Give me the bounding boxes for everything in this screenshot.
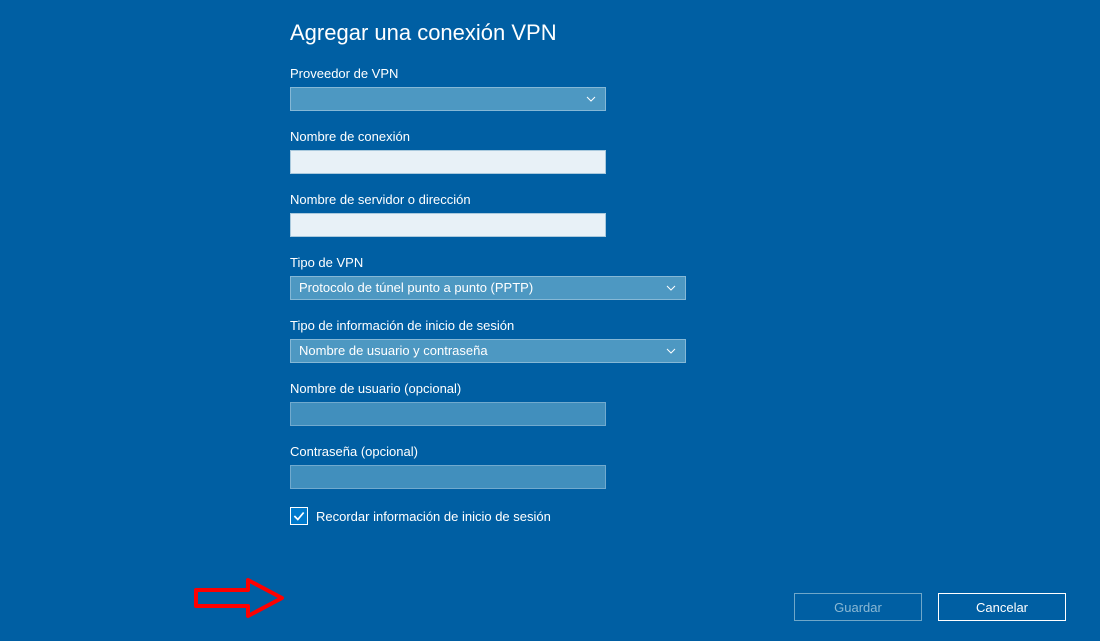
vpn-type-select[interactable]: Protocolo de túnel punto a punto (PPTP): [290, 276, 686, 300]
label-vpn-type: Tipo de VPN: [290, 255, 1010, 270]
field-password: Contraseña (opcional): [290, 444, 1010, 489]
label-signin-type: Tipo de información de inicio de sesión: [290, 318, 1010, 333]
server-address-input[interactable]: [290, 213, 606, 237]
field-server: Nombre de servidor o dirección: [290, 192, 1010, 237]
chevron-down-icon: [663, 280, 679, 296]
vpn-type-value: Protocolo de túnel punto a punto (PPTP): [299, 277, 533, 299]
remember-label: Recordar información de inicio de sesión: [316, 509, 551, 524]
button-bar: Guardar Cancelar: [794, 593, 1066, 621]
label-connection-name: Nombre de conexión: [290, 129, 1010, 144]
vpn-form: Agregar una conexión VPN Proveedor de VP…: [290, 20, 1010, 525]
remember-checkbox[interactable]: [290, 507, 308, 525]
field-username: Nombre de usuario (opcional): [290, 381, 1010, 426]
password-input[interactable]: [290, 465, 606, 489]
vpn-provider-select[interactable]: [290, 87, 606, 111]
signin-type-select[interactable]: Nombre de usuario y contraseña: [290, 339, 686, 363]
signin-type-value: Nombre de usuario y contraseña: [299, 340, 488, 362]
chevron-down-icon: [663, 343, 679, 359]
field-provider: Proveedor de VPN: [290, 66, 1010, 111]
chevron-down-icon: [583, 91, 599, 107]
label-provider: Proveedor de VPN: [290, 66, 1010, 81]
remember-row: Recordar información de inicio de sesión: [290, 507, 1010, 525]
save-button[interactable]: Guardar: [794, 593, 922, 621]
label-server: Nombre de servidor o dirección: [290, 192, 1010, 207]
username-input[interactable]: [290, 402, 606, 426]
field-vpn-type: Tipo de VPN Protocolo de túnel punto a p…: [290, 255, 1010, 300]
page-title: Agregar una conexión VPN: [290, 20, 1010, 46]
annotation-arrow-icon: [192, 576, 288, 623]
connection-name-input[interactable]: [290, 150, 606, 174]
label-password: Contraseña (opcional): [290, 444, 1010, 459]
label-username: Nombre de usuario (opcional): [290, 381, 1010, 396]
cancel-button[interactable]: Cancelar: [938, 593, 1066, 621]
field-signin-type: Tipo de información de inicio de sesión …: [290, 318, 1010, 363]
field-connection-name: Nombre de conexión: [290, 129, 1010, 174]
